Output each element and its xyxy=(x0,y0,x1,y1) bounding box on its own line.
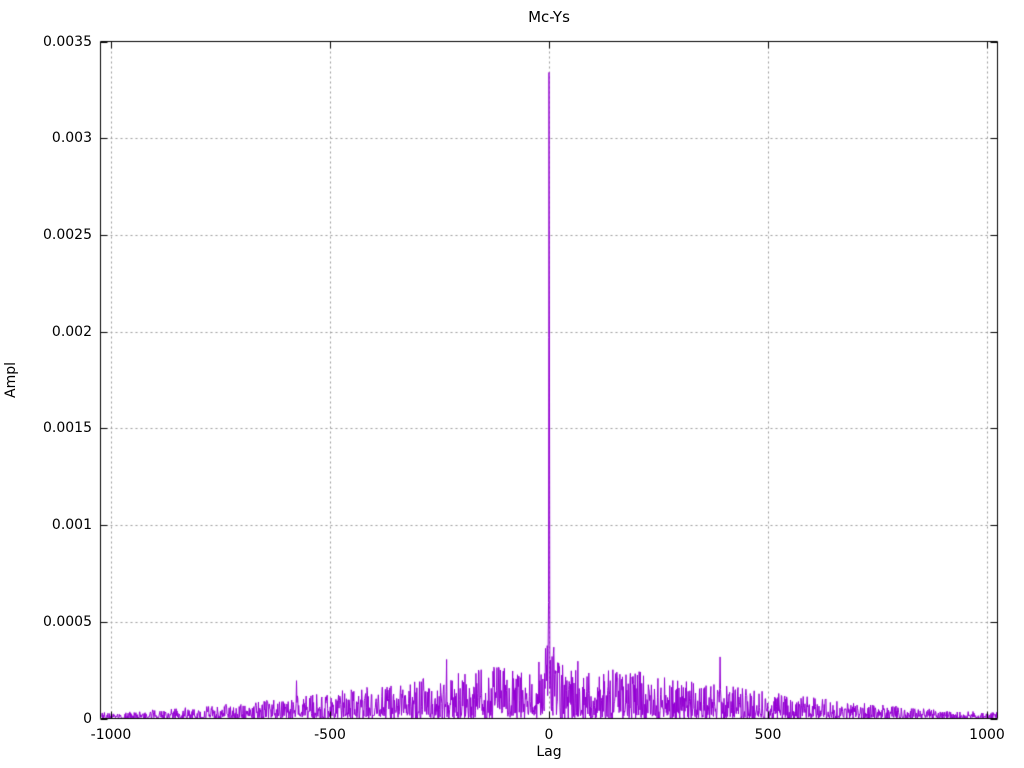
x-tick-label: -500 xyxy=(314,727,346,743)
x-tick-label: 1000 xyxy=(969,727,1005,743)
gnuplot-chart-window: Mc-Ys Ampl Lag 0 0.0005 0.001 0.0015 0.002 0.… xyxy=(0,0,1024,768)
y-tick-label: 0.0025 xyxy=(43,227,92,243)
y-tick-label: 0.002 xyxy=(51,324,92,340)
y-tick-label: 0.0035 xyxy=(43,34,92,50)
x-axis-title: Lag xyxy=(536,744,562,760)
y-tick-label: 0.0005 xyxy=(43,614,92,630)
x-tick-label: -1000 xyxy=(90,727,132,743)
chart-title: Mc-Ys xyxy=(528,8,570,26)
plot-canvas xyxy=(0,0,1024,768)
x-tick-label: 0 xyxy=(544,727,554,743)
x-tick-label: 500 xyxy=(754,727,782,743)
y-tick-label: 0 xyxy=(83,711,92,727)
y-axis-title: Ampl xyxy=(3,362,19,398)
y-tick-label: 0.0015 xyxy=(43,420,92,436)
y-tick-label: 0.003 xyxy=(51,130,92,146)
y-tick-label: 0.001 xyxy=(51,517,92,533)
